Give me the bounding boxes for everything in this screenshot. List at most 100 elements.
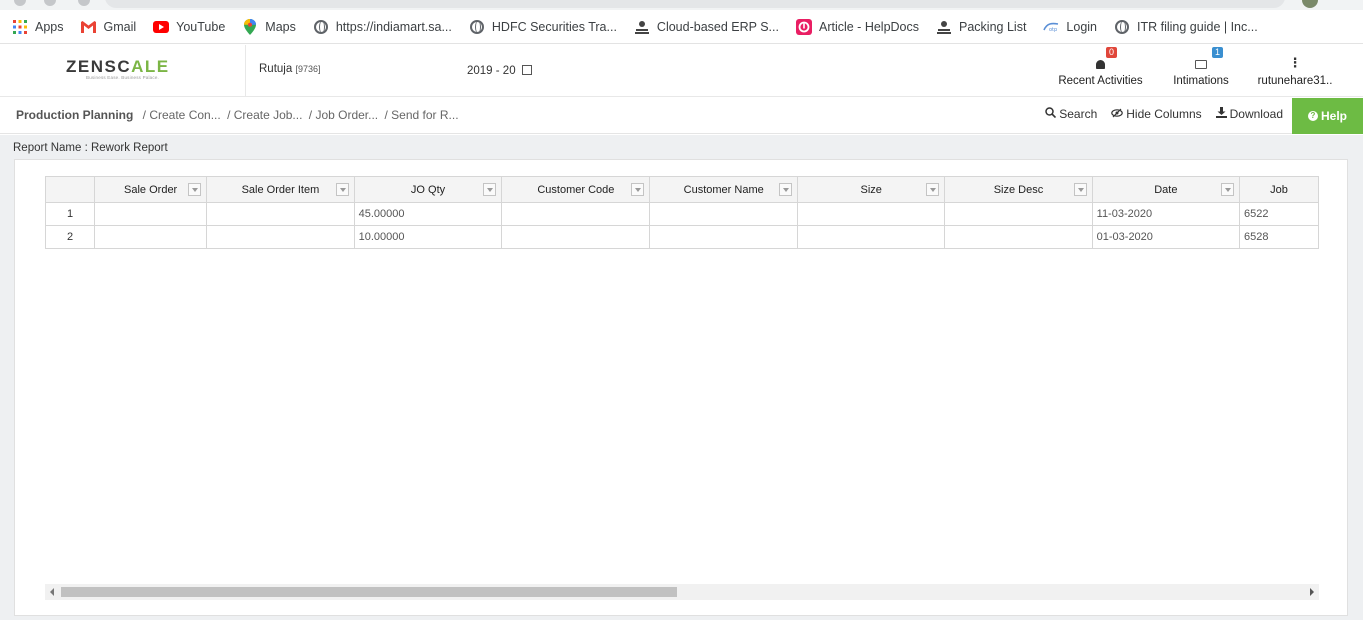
help-label: Help xyxy=(1320,109,1347,123)
account-label: rutunehare31.. xyxy=(1257,75,1333,87)
bookmark-login[interactable]: otp Login xyxy=(1043,19,1097,35)
youtube-icon xyxy=(153,19,170,35)
bookmark-cloud-erp[interactable]: Cloud-based ERP S... xyxy=(634,19,779,35)
report-area: Report Name : Rework Report Sale Order S… xyxy=(0,135,1363,620)
search-button[interactable]: Search xyxy=(1045,107,1097,121)
column-header-size[interactable]: Size xyxy=(797,176,946,203)
bookmark-hdfc[interactable]: HDFC Securities Tra... xyxy=(469,19,617,35)
recent-activities-label: Recent Activities xyxy=(1058,75,1143,87)
breadcrumb: Production Planning / Create Con... / Cr… xyxy=(16,108,459,122)
helpdocs-icon xyxy=(795,18,812,35)
hide-columns-button[interactable]: Hide Columns xyxy=(1111,107,1202,121)
cell-job[interactable]: 6522 xyxy=(1239,202,1319,226)
help-button[interactable]: ? Help xyxy=(1292,98,1363,134)
filter-icon[interactable] xyxy=(926,183,940,196)
scrollbar-thumb[interactable] xyxy=(61,587,677,597)
cell-customer-name[interactable] xyxy=(649,202,799,226)
bookmark-packing-list[interactable]: Packing List xyxy=(936,19,1026,35)
filter-icon[interactable] xyxy=(631,183,645,196)
browser-chrome-strip xyxy=(0,0,1363,10)
download-icon xyxy=(1215,107,1227,121)
globe-icon xyxy=(313,19,329,35)
cell-size[interactable] xyxy=(797,225,946,249)
filter-icon[interactable] xyxy=(188,183,202,196)
bookmark-label: Login xyxy=(1066,19,1098,34)
bookmark-itr-guide[interactable]: ITR filing guide | Inc... xyxy=(1114,19,1258,35)
cell-customer-name[interactable] xyxy=(649,225,799,249)
recent-activities-button[interactable]: 0 Recent Activities xyxy=(1058,47,1143,87)
bookmark-helpdocs[interactable]: Article - HelpDocs xyxy=(795,18,920,35)
column-header-customer-code[interactable]: Customer Code xyxy=(501,176,651,203)
app-header: ZENSCALE Business Ease. Business Palace.… xyxy=(0,45,1363,97)
report-table: Sale Order Sale Order Item JO Qty Custom… xyxy=(45,176,1319,249)
intimations-button[interactable]: 1 Intimations xyxy=(1170,47,1232,87)
cell-size-desc[interactable] xyxy=(944,202,1093,226)
bookmark-youtube[interactable]: YouTube xyxy=(153,19,225,35)
cell-sale-order-item[interactable] xyxy=(206,225,355,249)
column-header-job[interactable]: Job xyxy=(1239,176,1319,203)
svg-text:otp: otp xyxy=(1049,27,1057,32)
bookmark-indiamart[interactable]: https://indiamart.sa... xyxy=(313,19,452,35)
filter-icon[interactable] xyxy=(335,183,349,196)
forward-button-icon[interactable] xyxy=(44,0,56,6)
report-tools: Search Hide Columns Download xyxy=(1031,107,1283,121)
user-identity: Rutuja [9736] xyxy=(259,63,320,75)
column-header-size-desc[interactable]: Size Desc xyxy=(944,176,1093,203)
back-button-icon[interactable] xyxy=(14,0,26,6)
download-label: Download xyxy=(1229,107,1283,121)
intimations-label: Intimations xyxy=(1173,75,1229,87)
cell-job[interactable]: 6528 xyxy=(1239,225,1319,249)
breadcrumb-item[interactable]: / Send for R... xyxy=(385,108,459,122)
filter-icon[interactable] xyxy=(483,183,497,196)
address-bar[interactable] xyxy=(105,0,1285,8)
column-header-sale-order[interactable]: Sale Order xyxy=(94,176,208,203)
cell-size-desc[interactable] xyxy=(944,225,1093,249)
column-header-sale-order-item[interactable]: Sale Order Item xyxy=(206,176,355,203)
cell-sale-order-item[interactable] xyxy=(206,202,355,226)
globe-icon xyxy=(1114,19,1130,35)
edit-icon[interactable] xyxy=(521,65,532,75)
cell-customer-code[interactable] xyxy=(501,202,651,226)
user-code: [9736] xyxy=(295,64,321,74)
bookmark-apps[interactable]: Apps xyxy=(12,19,64,35)
bookmark-label: Article - HelpDocs xyxy=(818,19,920,34)
cell-date[interactable]: 11-03-2020 xyxy=(1091,202,1241,226)
filter-icon[interactable] xyxy=(1073,183,1087,196)
reload-button-icon[interactable] xyxy=(78,0,90,6)
financial-year[interactable]: 2019 - 20 xyxy=(467,64,532,77)
hide-columns-label: Hide Columns xyxy=(1126,107,1202,121)
bookmark-gmail[interactable]: Gmail xyxy=(81,19,136,35)
breadcrumb-item[interactable]: / Create Job... xyxy=(227,108,302,122)
column-header-jo-qty[interactable]: JO Qty xyxy=(353,176,503,203)
cell-date[interactable]: 01-03-2020 xyxy=(1091,225,1241,249)
globe-icon xyxy=(469,19,485,35)
breadcrumb-item[interactable]: / Create Con... xyxy=(143,108,221,122)
kebab-menu-icon: ⋮ xyxy=(1288,55,1302,70)
cell-sale-order[interactable] xyxy=(94,225,208,249)
horizontal-scrollbar[interactable] xyxy=(45,584,1319,600)
header-divider xyxy=(245,45,246,97)
download-button[interactable]: Download xyxy=(1215,107,1283,121)
filter-icon[interactable] xyxy=(1221,183,1235,196)
cell-sale-order[interactable] xyxy=(94,202,208,226)
row-number: 2 xyxy=(45,225,96,249)
breadcrumb-item[interactable]: / Job Order... xyxy=(309,108,378,122)
cell-customer-code[interactable] xyxy=(501,225,651,249)
zenscale-logo[interactable]: ZENSCALE xyxy=(66,57,170,77)
filter-icon[interactable] xyxy=(779,183,793,196)
cell-size[interactable] xyxy=(797,202,946,226)
account-menu[interactable]: ⋮ rutunehare31.. xyxy=(1256,53,1334,87)
column-header-customer-name[interactable]: Customer Name xyxy=(649,176,799,203)
scroll-left-arrow-icon[interactable] xyxy=(50,588,54,596)
table-row[interactable]: 2 10.00000 01-03-2020 6528 xyxy=(45,225,1319,249)
breadcrumb-root[interactable]: Production Planning xyxy=(16,108,133,122)
logo-tagline: Business Ease. Business Palace. xyxy=(86,75,159,80)
table-row[interactable]: 1 45.00000 11-03-2020 6522 xyxy=(45,202,1319,226)
profile-avatar[interactable] xyxy=(1302,0,1318,8)
search-icon xyxy=(1045,107,1057,121)
column-header-date[interactable]: Date xyxy=(1091,176,1241,203)
scroll-right-arrow-icon[interactable] xyxy=(1310,588,1314,596)
cell-jo-qty[interactable]: 10.00000 xyxy=(353,225,503,249)
bookmark-maps[interactable]: Maps xyxy=(242,18,296,35)
cell-jo-qty[interactable]: 45.00000 xyxy=(353,202,503,226)
